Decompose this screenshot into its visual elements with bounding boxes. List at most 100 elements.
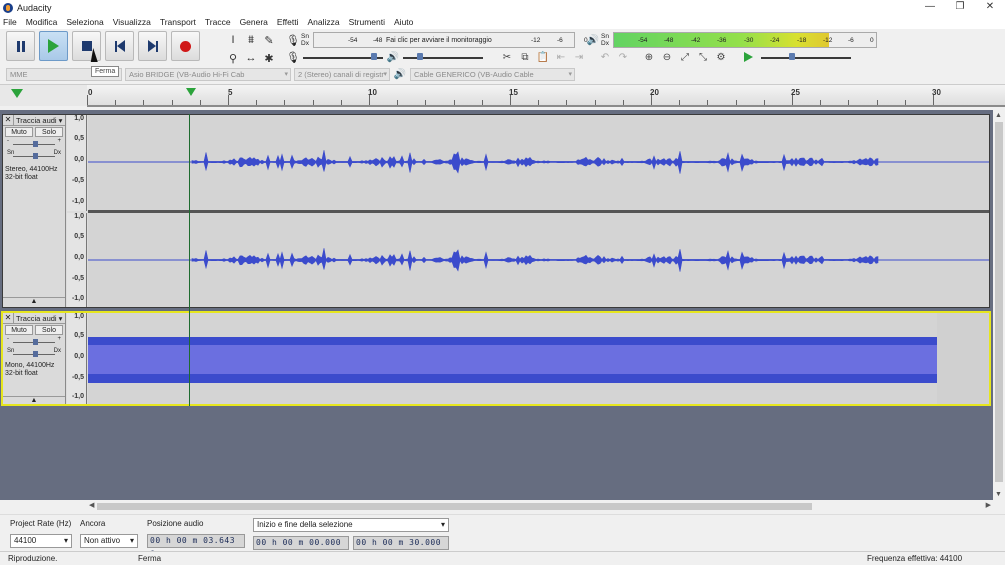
recording-volume-slider[interactable] [303, 51, 383, 63]
project-rate-select[interactable]: 44100 [10, 534, 72, 548]
minimize-button[interactable]: — [915, 0, 945, 15]
mute-button[interactable]: Muto [5, 127, 33, 137]
cut-icon[interactable]: ✂ [498, 48, 516, 66]
fit-selection-icon[interactable]: ⤢ [676, 48, 694, 66]
pan-slider[interactable]: Sn Dx [7, 348, 61, 360]
scroll-up-icon[interactable]: ▲ [995, 112, 1002, 119]
snap-select[interactable]: Non attivo [80, 534, 138, 548]
mute-button[interactable]: Muto [5, 325, 33, 335]
gain-slider[interactable]: - + [7, 138, 61, 150]
menu-analizza[interactable]: Analizza [308, 17, 340, 27]
menu-genera[interactable]: Genera [240, 17, 268, 27]
collapse-track-icon[interactable]: ▲ [3, 396, 65, 404]
recording-channels-select[interactable]: 2 (Stereo) canali di registr [294, 68, 390, 81]
solo-button[interactable]: Solo [35, 325, 63, 335]
menu-tracce[interactable]: Tracce [205, 17, 231, 27]
selection-end-field[interactable]: 00 h 00 m 30.000 s [353, 536, 449, 559]
rec-meter-scale[interactable]: -54 -48 Fai clic per avviare il monitora… [313, 32, 588, 48]
recording-device-select[interactable]: Asio BRIDGE (VB-Audio Hi-Fi Cab [125, 68, 291, 81]
menu-file[interactable]: File [3, 17, 17, 27]
recording-meter[interactable]: 🎙 Sn Dx -54 -48 Fai clic per avviare il … [285, 31, 588, 49]
audio-position-field[interactable]: 00 h 00 m 03.643 s [147, 534, 245, 557]
play-tick: -18 [797, 37, 807, 44]
zoom-in-icon[interactable]: ⊕ [640, 48, 658, 66]
horizontal-scroll-thumb[interactable] [97, 503, 812, 510]
multi-tool-icon[interactable]: ✱ [260, 49, 278, 67]
menu-aiuto[interactable]: Aiuto [394, 17, 413, 27]
copy-icon[interactable]: ⧉ [516, 48, 534, 66]
audio-track-mono[interactable]: ✕ Traccia audi Muto Solo -+ SnDx Mono, 4… [1, 311, 991, 406]
vertical-scroll-thumb[interactable] [995, 122, 1003, 482]
playback-meter[interactable]: 🔊 Sn Dx -54 -48 -42 -36 -30 -24 -18 -12 … [585, 31, 877, 49]
vertical-scale-right[interactable]: 1,0 0,5 0,0 -0,5 -1,0 [67, 213, 87, 307]
playback-speed-slider[interactable] [761, 51, 851, 63]
zoom-out-icon[interactable]: ⊖ [658, 48, 676, 66]
close-track-icon[interactable]: ✕ [3, 115, 14, 125]
menu-visualizza[interactable]: Visualizza [113, 17, 151, 27]
envelope-tool-icon[interactable]: ⩩ [242, 31, 260, 49]
rec-tick: -12 [531, 37, 541, 44]
time-shift-tool-icon[interactable]: ↔ [242, 49, 260, 67]
track-panel[interactable]: ✕ Traccia audi Muto Solo -+ SnDx Stereo,… [0, 110, 993, 500]
fit-project-icon[interactable]: ⤡ [694, 48, 712, 66]
playback-volume-icon: 🔊 [386, 51, 400, 63]
ruler-tick [228, 95, 229, 105]
empty-track-region[interactable] [937, 313, 989, 404]
pan-slider[interactable]: Sn Dx [7, 150, 61, 162]
undo-icon[interactable]: ↶ [596, 48, 614, 66]
menu-seleziona[interactable]: Seleziona [66, 17, 103, 27]
selection-mode-select[interactable]: Inizio e fine della selezione [253, 518, 449, 532]
gain-slider[interactable]: - + [7, 336, 61, 348]
track-name-menu[interactable]: Traccia audi [14, 314, 65, 323]
menu-strumenti[interactable]: Strumenti [349, 17, 385, 27]
actual-rate-text: Frequenza effettiva: 44100 [867, 554, 963, 563]
timeline-options-icon[interactable] [11, 89, 23, 98]
audio-track-stereo[interactable]: ✕ Traccia audi Muto Solo -+ SnDx Stereo,… [2, 114, 990, 308]
scroll-left-icon[interactable]: ◀ [89, 501, 94, 509]
close-button[interactable]: ✕ [975, 0, 1005, 15]
paste-icon[interactable]: 📋 [534, 48, 552, 66]
zoom-tool-icon[interactable]: ⚲ [224, 49, 242, 67]
playhead-marker-icon[interactable] [186, 88, 196, 96]
waveform-left-channel[interactable] [88, 115, 989, 211]
trim-icon[interactable]: ⇤ [552, 48, 570, 66]
menu-transport[interactable]: Transport [160, 17, 196, 27]
speaker-icon[interactable]: 🔊 [585, 35, 601, 46]
close-track-icon[interactable]: ✕ [3, 313, 14, 323]
silence-icon[interactable]: ⇥ [570, 48, 588, 66]
scroll-down-icon[interactable]: ▼ [995, 491, 1002, 498]
collapse-track-icon[interactable]: ▲ [3, 297, 65, 305]
menu-effetti[interactable]: Effetti [277, 17, 299, 27]
draw-tool-icon[interactable]: ✎ [260, 31, 278, 49]
track-name-menu[interactable]: Traccia audi [14, 116, 65, 125]
rec-tick: -6 [557, 37, 563, 44]
timeline-ruler[interactable]: 0 5 10 15 20 25 30 [87, 85, 1005, 107]
vertical-scrollbar[interactable]: ▲ ▼ [993, 110, 1005, 500]
horizontal-scrollbar[interactable]: ◀ ▶ [87, 501, 993, 512]
zoom-toggle-icon[interactable]: ⚙ [712, 48, 730, 66]
playback-volume-slider[interactable] [403, 51, 483, 63]
redo-icon[interactable]: ↷ [614, 48, 632, 66]
waveform-right-channel[interactable] [88, 213, 989, 307]
menu-modifica[interactable]: Modifica [26, 17, 58, 27]
record-button[interactable] [171, 31, 200, 61]
pause-button[interactable] [6, 31, 35, 61]
play-at-speed-icon[interactable] [744, 52, 753, 62]
skip-to-start-icon [114, 40, 125, 52]
playback-meter-bar[interactable]: -54 -48 -42 -36 -30 -24 -18 -12 -6 0 [613, 32, 877, 48]
play-button[interactable] [39, 31, 68, 61]
waveform-mono[interactable] [88, 313, 937, 404]
selection-tool-icon[interactable]: I [224, 31, 242, 49]
skip-to-end-button[interactable] [138, 31, 167, 61]
solo-button[interactable]: Solo [35, 127, 63, 137]
selection-start-field[interactable]: 00 h 00 m 00.000 s [253, 536, 349, 559]
track-control-panel: ✕ Traccia audi Muto Solo -+ SnDx Stereo,… [3, 115, 66, 307]
microphone-icon[interactable]: 🎙 [285, 34, 301, 47]
vertical-scale[interactable]: 1,0 0,5 0,0 -0,5 -1,0 [67, 313, 87, 404]
skip-to-start-button[interactable] [105, 31, 134, 61]
scroll-right-icon[interactable]: ▶ [986, 501, 991, 509]
vertical-scale-left[interactable]: 1,0 0,5 0,0 -0,5 -1,0 [67, 115, 87, 211]
maximize-button[interactable]: ❐ [945, 0, 975, 15]
playback-device-select[interactable]: Cable GENERICO (VB-Audio Cable [410, 68, 575, 81]
ruler-tick [848, 100, 850, 105]
